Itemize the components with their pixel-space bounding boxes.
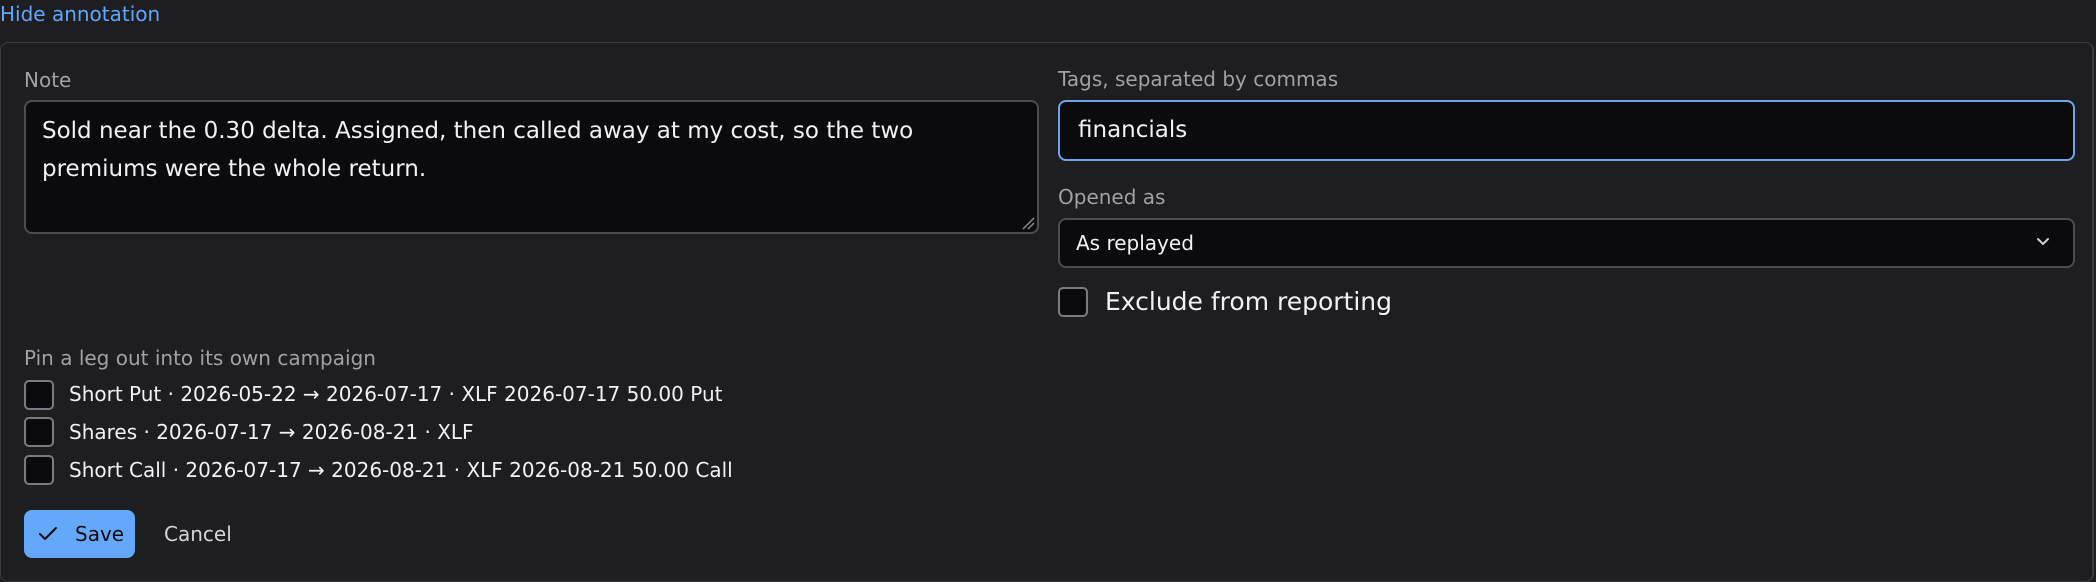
chevron-down-icon (2037, 238, 2049, 245)
leg-label-short-put: Short Put · 2026-05-22 → 2026-07-17 · XL… (69, 382, 723, 406)
note-textarea[interactable]: Sold near the 0.30 delta. Assigned, then… (24, 100, 1039, 234)
resize-grip-icon[interactable] (1021, 216, 1035, 230)
note-label: Note (24, 68, 72, 92)
annotation-panel: Note Sold near the 0.30 delta. Assigned,… (0, 42, 2094, 582)
save-button[interactable]: Save (24, 510, 135, 558)
opened-as-value: As replayed (1076, 231, 1194, 255)
leg-label-short-call: Short Call · 2026-07-17 → 2026-08-21 · X… (69, 458, 733, 482)
leg-label-shares: Shares · 2026-07-17 → 2026-08-21 · XLF (69, 420, 474, 444)
pin-legs-label: Pin a leg out into its own campaign (24, 346, 376, 370)
note-text: Sold near the 0.30 delta. Assigned, then… (42, 118, 914, 182)
opened-as-label: Opened as (1058, 185, 1166, 209)
cancel-button[interactable]: Cancel (164, 510, 232, 558)
hide-annotation-link[interactable]: Hide annotation (0, 2, 160, 26)
tags-label: Tags, separated by commas (1058, 67, 1339, 91)
check-icon (39, 527, 57, 540)
tags-input[interactable]: financials (1058, 100, 2075, 161)
tags-value: financials (1078, 117, 1188, 143)
exclude-checkbox[interactable] (1058, 287, 1088, 317)
leg-checkbox-short-put[interactable] (24, 380, 54, 410)
opened-as-select[interactable]: As replayed (1058, 218, 2075, 268)
leg-checkbox-shares[interactable] (24, 417, 54, 447)
leg-checkbox-short-call[interactable] (24, 455, 54, 485)
exclude-label: Exclude from reporting (1105, 287, 1393, 316)
save-label: Save (75, 522, 125, 546)
